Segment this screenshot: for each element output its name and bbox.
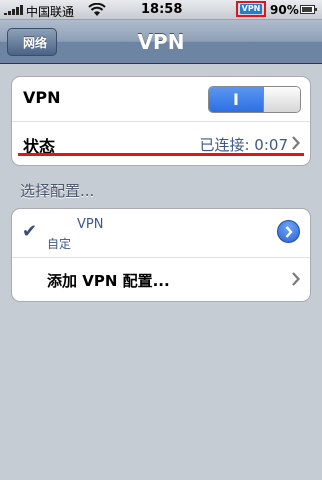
add-vpn-config-row[interactable]: 添加 VPN 配置... [12, 257, 310, 301]
vpn-status-badge: VPN [236, 1, 266, 17]
vpn-config-group: ✔ VPN 自定 添加 VPN 配置... [11, 208, 311, 302]
toggle-knob[interactable] [263, 87, 300, 112]
config-row-vpn[interactable]: ✔ VPN 自定 [12, 209, 310, 257]
vpn-status-row[interactable]: 状态 已连接: 0:07 [12, 121, 310, 165]
page-title: VPN [137, 30, 185, 54]
battery-percent: 90% [270, 3, 299, 17]
chevron-right-icon [292, 136, 300, 150]
toggle-on-side: I [209, 87, 263, 112]
vpn-toggle-row: VPN I [12, 77, 310, 121]
status-value: 已连接: 0:07 [199, 136, 288, 154]
vpn-toggle-switch[interactable]: I [208, 86, 301, 113]
red-highlight-underline [18, 153, 304, 156]
checkmark-icon: ✔ [22, 221, 38, 242]
config-subtitle: 自定 [47, 237, 72, 251]
vpn-badge-label: VPN [239, 4, 263, 14]
signal-strength-icon [4, 5, 23, 15]
config-name: VPN [77, 217, 104, 232]
status-time: 18:58 [141, 2, 183, 17]
wifi-icon [88, 3, 106, 16]
vpn-label: VPN [23, 88, 61, 107]
status-bar: 中国联通 18:58 VPN 90% [0, 0, 322, 20]
section-header-choose-config: 选择配置... [20, 182, 95, 200]
carrier-name: 中国联通 [26, 5, 75, 19]
navigation-bar: 网络 VPN [0, 20, 322, 64]
chevron-right-icon [292, 272, 300, 286]
detail-disclosure-icon[interactable] [277, 220, 300, 243]
add-vpn-config-label: 添加 VPN 配置... [47, 272, 170, 290]
battery-icon [300, 5, 317, 14]
